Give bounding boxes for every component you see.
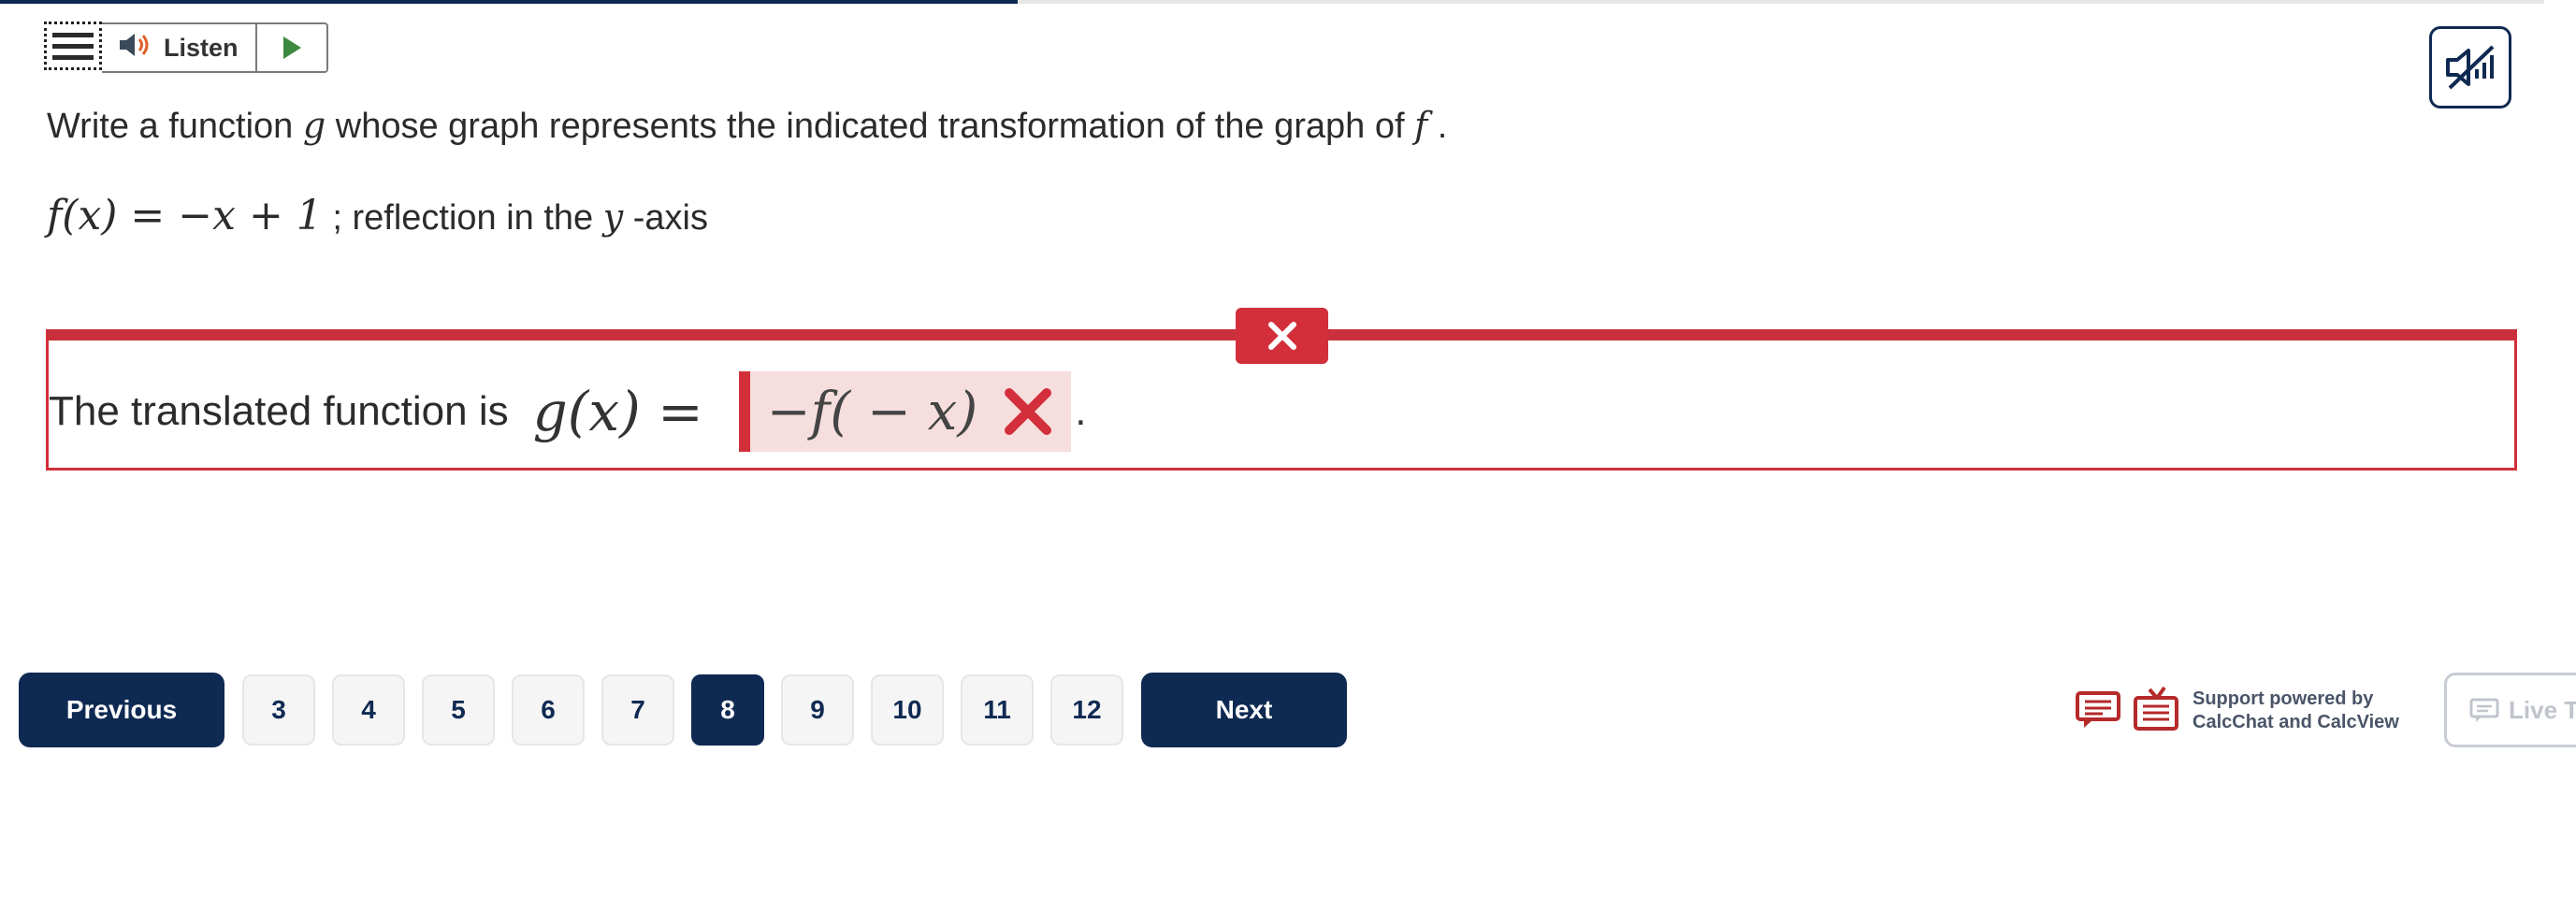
- page-button-4[interactable]: 4: [332, 674, 405, 746]
- page-button-8[interactable]: 8: [691, 674, 764, 746]
- live-tutor-button[interactable]: Live Tu: [2444, 673, 2576, 747]
- page-button-11[interactable]: 11: [961, 674, 1034, 746]
- page-button-5[interactable]: 5: [422, 674, 495, 746]
- answer-value: −f( − x): [766, 381, 978, 442]
- variable-y: y: [602, 196, 624, 238]
- progress-fill: [0, 0, 1018, 4]
- page-button-12[interactable]: 12: [1050, 674, 1123, 746]
- live-tutor-label: Live Tu: [2509, 695, 2576, 724]
- play-icon: [282, 36, 301, 59]
- progress-track: [0, 0, 2544, 4]
- menu-button[interactable]: [44, 22, 102, 70]
- calcview-icon[interactable]: [2133, 686, 2179, 737]
- chat-icon: [2469, 698, 2499, 722]
- text-to-speech-controls: Listen: [102, 22, 328, 73]
- listen-button[interactable]: Listen: [102, 24, 257, 71]
- function-definition: f(x) = −x + 1 ; reflection in the y -axi…: [47, 192, 708, 239]
- answer-period: .: [1075, 388, 1087, 434]
- support-area: Support powered by CalcChat and CalcView: [2075, 680, 2399, 742]
- hamburger-menu-icon: [52, 32, 94, 37]
- next-button[interactable]: Next: [1141, 673, 1347, 747]
- variable-g: g: [302, 105, 326, 146]
- page-button-10[interactable]: 10: [871, 674, 944, 746]
- answer-lhs: g(x) =: [532, 380, 703, 443]
- support-text: Support powered by CalcChat and CalcView: [2192, 688, 2399, 732]
- calcchat-icon[interactable]: [2075, 688, 2121, 734]
- page-button-3[interactable]: 3: [242, 674, 315, 746]
- play-button[interactable]: [257, 24, 326, 71]
- page-button-6[interactable]: 6: [512, 674, 585, 746]
- toolbar: Listen: [44, 22, 328, 73]
- function-expression: f(x) = −x + 1: [47, 192, 323, 239]
- incorrect-badge: [1236, 308, 1328, 364]
- page-button-9[interactable]: 9: [781, 674, 854, 746]
- mute-audio-button[interactable]: [2429, 26, 2511, 109]
- question-prompt: Write a function g whose graph represent…: [47, 105, 1448, 146]
- close-icon: [1267, 322, 1296, 350]
- page-button-7[interactable]: 7: [601, 674, 674, 746]
- answer-input[interactable]: −f( − x): [738, 371, 1072, 452]
- mute-audio-icon: [2446, 45, 2495, 90]
- previous-button[interactable]: Previous: [19, 673, 224, 747]
- listen-label: Listen: [164, 33, 239, 62]
- answer-line: The translated function is g(x) = −f( − …: [49, 365, 1086, 458]
- answer-label: The translated function is: [49, 388, 509, 434]
- variable-f: f: [1414, 105, 1428, 146]
- speaker-icon: [117, 31, 154, 65]
- incorrect-x-icon: [1004, 387, 1052, 436]
